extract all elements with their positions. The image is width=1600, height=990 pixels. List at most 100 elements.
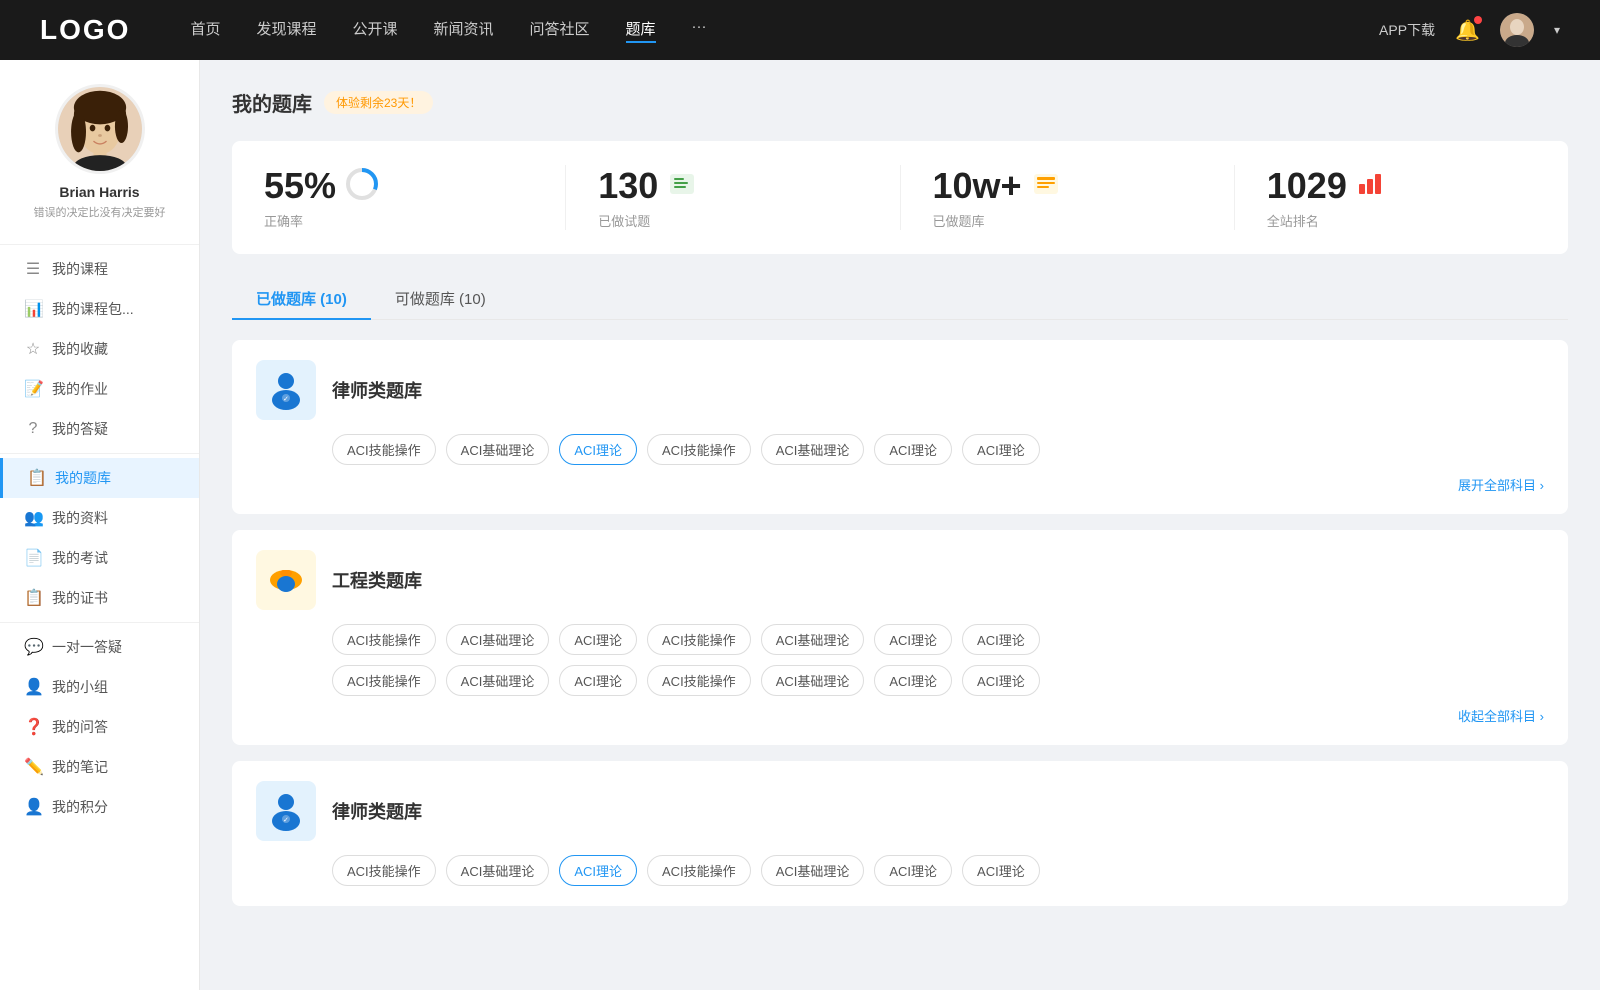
main-content: 我的题库 体验剩余23天！ 55% 正确率: [200, 60, 1600, 990]
tag[interactable]: ACI理论: [962, 855, 1040, 886]
tag[interactable]: ACI理论: [874, 624, 952, 655]
app-download-link[interactable]: APP下载: [1379, 20, 1435, 40]
sidebar-item-homework[interactable]: 📝 我的作业: [0, 369, 199, 409]
collapse-footer[interactable]: 收起全部科目 ›: [256, 706, 1544, 725]
page-header: 我的题库 体验剩余23天！: [232, 88, 1568, 117]
nav-link-discover[interactable]: 发现课程: [256, 18, 316, 43]
accuracy-number: 55%: [264, 165, 336, 207]
tag[interactable]: ACI技能操作: [647, 624, 751, 655]
subject-title-engineer: 工程类题库: [332, 567, 422, 593]
sidebar-item-courses[interactable]: ☰ 我的课程: [0, 249, 199, 289]
tag[interactable]: ACI基础理论: [761, 665, 865, 696]
notes-icon: ✏️: [24, 757, 42, 777]
subject-tags-engineer-row2: ACI技能操作 ACI基础理论 ACI理论 ACI技能操作 ACI基础理论 AC…: [256, 665, 1544, 696]
sidebar-item-profile[interactable]: 👥 我的资料: [0, 498, 199, 538]
nav-link-bank[interactable]: 题库: [626, 18, 656, 43]
subject-title-lawyer-2: 律师类题库: [332, 798, 422, 824]
tag[interactable]: ACI技能操作: [332, 855, 436, 886]
tag[interactable]: ACI基础理论: [761, 855, 865, 886]
nav-link-mooc[interactable]: 公开课: [352, 18, 397, 43]
subject-tags-lawyer-1: ACI技能操作 ACI基础理论 ACI理论 ACI技能操作 ACI基础理论 AC…: [256, 434, 1544, 465]
sidebar-profile: Brian Harris 错误的决定比没有决定要好: [0, 84, 199, 240]
sidebar-divider-3: [0, 622, 199, 623]
engineer-icon: [256, 550, 316, 610]
tag[interactable]: ACI基础理论: [446, 855, 550, 886]
tag[interactable]: ACI理论: [874, 665, 952, 696]
list-icon: [668, 170, 696, 203]
course-pack-icon: 📊: [24, 299, 42, 319]
nav-dropdown-icon[interactable]: ▾: [1554, 23, 1560, 37]
sidebar-item-label: 我的收藏: [52, 339, 108, 359]
notification-bell[interactable]: 🔔: [1455, 18, 1480, 43]
tag-active[interactable]: ACI理论: [559, 434, 637, 465]
tag[interactable]: ACI理论: [962, 665, 1040, 696]
sidebar-item-notes[interactable]: ✏️ 我的笔记: [0, 747, 199, 787]
sidebar-item-group[interactable]: 👤 我的小组: [0, 667, 199, 707]
sidebar-item-certificate[interactable]: 📋 我的证书: [0, 578, 199, 618]
tag[interactable]: ACI基础理论: [446, 434, 550, 465]
tag[interactable]: ACI技能操作: [332, 434, 436, 465]
tag[interactable]: ACI技能操作: [332, 665, 436, 696]
homework-icon: 📝: [24, 379, 42, 399]
tag[interactable]: ACI基础理论: [446, 624, 550, 655]
done-banks-number: 10w+: [933, 165, 1022, 207]
tag[interactable]: ACI理论: [559, 624, 637, 655]
tag[interactable]: ACI技能操作: [332, 624, 436, 655]
certificate-icon: 📋: [24, 588, 42, 608]
subject-card-engineer: 工程类题库 ACI技能操作 ACI基础理论 ACI理论 ACI技能操作 ACI基…: [232, 530, 1568, 745]
page-layout: Brian Harris 错误的决定比没有决定要好 ☰ 我的课程 📊 我的课程包…: [0, 60, 1600, 990]
tag[interactable]: ACI理论: [874, 855, 952, 886]
expand-footer-1[interactable]: 展开全部科目 ›: [256, 475, 1544, 494]
subject-title-lawyer-1: 律师类题库: [332, 377, 422, 403]
stat-done-banks: 10w+ 已做题库: [901, 165, 1235, 230]
sidebar-item-points[interactable]: 👤 我的积分: [0, 787, 199, 827]
nav-link-qa[interactable]: 问答社区: [530, 18, 590, 43]
tab-todo[interactable]: 可做题库 (10): [371, 278, 510, 319]
question-bank-icon: 📋: [27, 468, 45, 488]
subject-card-lawyer-1: ✓ 律师类题库 ACI技能操作 ACI基础理论 ACI理论 ACI技能操作 AC…: [232, 340, 1568, 514]
tag[interactable]: ACI技能操作: [647, 665, 751, 696]
stat-done-questions: 130 已做试题: [566, 165, 900, 230]
tag[interactable]: ACI技能操作: [647, 855, 751, 886]
sidebar-item-qa[interactable]: ? 我的答疑: [0, 409, 199, 449]
avatar[interactable]: [1500, 13, 1534, 47]
sidebar-item-questions[interactable]: ❓ 我的问答: [0, 707, 199, 747]
tag[interactable]: ACI理论: [559, 665, 637, 696]
tag[interactable]: ACI基础理论: [761, 624, 865, 655]
tabs: 已做题库 (10) 可做题库 (10): [232, 278, 1568, 320]
sidebar-item-course-pack[interactable]: 📊 我的课程包...: [0, 289, 199, 329]
sidebar-item-question-bank[interactable]: 📋 我的题库: [0, 458, 199, 498]
page-title: 我的题库: [232, 88, 312, 117]
sidebar-item-label: 我的问答: [52, 717, 108, 737]
subject-tags-engineer-row1: ACI技能操作 ACI基础理论 ACI理论 ACI技能操作 ACI基础理论 AC…: [256, 624, 1544, 655]
pie-chart-icon: [346, 168, 378, 205]
tag[interactable]: ACI理论: [962, 624, 1040, 655]
tag[interactable]: ACI理论: [874, 434, 952, 465]
rank-number: 1029: [1267, 165, 1347, 207]
stat-accuracy: 55% 正确率: [232, 165, 566, 230]
sidebar-item-exam[interactable]: 📄 我的考试: [0, 538, 199, 578]
tab-done[interactable]: 已做题库 (10): [232, 278, 371, 319]
sidebar-item-favorites[interactable]: ☆ 我的收藏: [0, 329, 199, 369]
svg-text:✓: ✓: [283, 817, 289, 824]
sidebar-item-label: 我的资料: [52, 508, 108, 528]
sidebar-item-label: 我的作业: [52, 379, 108, 399]
tag-active[interactable]: ACI理论: [559, 855, 637, 886]
bank-icon: [1032, 170, 1060, 203]
lawyer-icon-1: ✓: [256, 360, 316, 420]
tag[interactable]: ACI理论: [962, 434, 1040, 465]
nav-link-more[interactable]: ···: [692, 18, 707, 43]
tag[interactable]: ACI技能操作: [647, 434, 751, 465]
notification-dot: [1474, 16, 1482, 24]
sidebar-item-label: 我的积分: [52, 797, 108, 817]
tag[interactable]: ACI基础理论: [761, 434, 865, 465]
sidebar-item-label: 我的笔记: [52, 757, 108, 777]
tag[interactable]: ACI基础理论: [446, 665, 550, 696]
qa-icon: ?: [24, 420, 42, 438]
subject-card-lawyer-2: ✓ 律师类题库 ACI技能操作 ACI基础理论 ACI理论 ACI技能操作 AC…: [232, 761, 1568, 906]
nav-link-home[interactable]: 首页: [190, 18, 220, 43]
exam-icon: 📄: [24, 548, 42, 568]
nav-link-news[interactable]: 新闻资讯: [434, 18, 494, 43]
sidebar-item-tutoring[interactable]: 💬 一对一答疑: [0, 627, 199, 667]
nav-links: 首页 发现课程 公开课 新闻资讯 问答社区 题库 ···: [190, 18, 1379, 43]
